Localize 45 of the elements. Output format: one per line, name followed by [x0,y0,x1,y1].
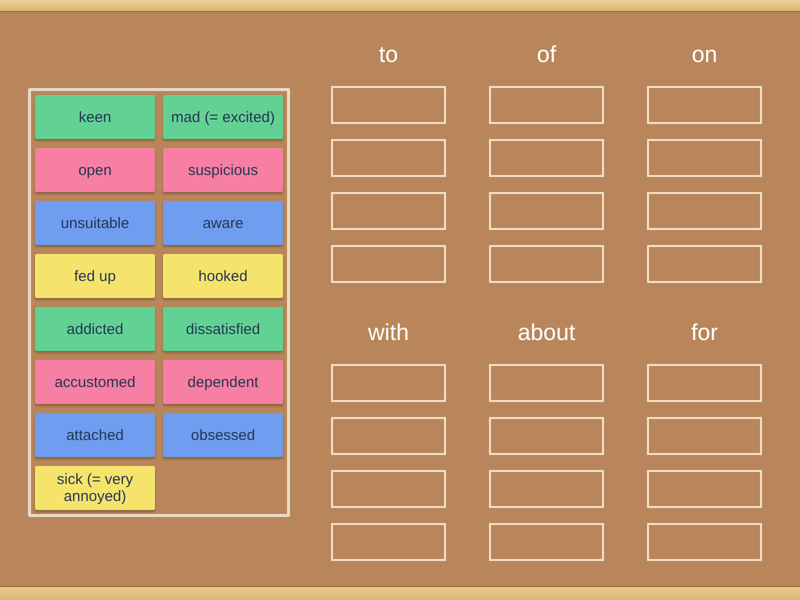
drop-slot[interactable] [489,364,604,402]
drop-slot[interactable] [331,86,446,124]
word-card[interactable]: aware [163,201,283,245]
drop-slot[interactable] [647,523,762,561]
drop-slot[interactable] [489,523,604,561]
word-card[interactable]: addicted [35,307,155,351]
drop-slot[interactable] [331,192,446,230]
category-heading: about [518,318,576,346]
word-card[interactable]: dissatisfied [163,307,283,351]
drop-slot[interactable] [489,139,604,177]
drop-slot[interactable] [647,192,762,230]
drop-slot[interactable] [331,139,446,177]
drop-slot[interactable] [489,470,604,508]
category-heading: of [536,40,556,68]
category-heading: to [378,40,398,68]
word-card[interactable]: hooked [163,254,283,298]
word-card[interactable]: obsessed [163,413,283,457]
drop-slot[interactable] [647,139,762,177]
drop-slot[interactable] [331,364,446,402]
drop-slot[interactable] [331,523,446,561]
drop-slot[interactable] [647,245,762,283]
drop-slot[interactable] [489,86,604,124]
category-heading: with [368,318,409,346]
category-heading: on [692,40,718,68]
word-card[interactable]: fed up [35,254,155,298]
drop-slot[interactable] [647,417,762,455]
drop-slot[interactable] [331,245,446,283]
drop-slot[interactable] [647,86,762,124]
word-card[interactable]: unsuitable [35,201,155,245]
drop-slot[interactable] [489,417,604,455]
drop-slot[interactable] [331,470,446,508]
word-card[interactable]: open [35,148,155,192]
drop-slot[interactable] [647,364,762,402]
category-heading: for [691,318,718,346]
word-card[interactable]: keen [35,95,155,139]
word-card[interactable]: suspicious [163,148,283,192]
drop-slot[interactable] [489,192,604,230]
drop-slot[interactable] [647,470,762,508]
word-card[interactable]: accustomed [35,360,155,404]
word-card[interactable]: sick (= very annoyed) [35,466,155,510]
word-card[interactable]: dependent [163,360,283,404]
drop-slot[interactable] [489,245,604,283]
word-card[interactable]: attached [35,413,155,457]
drop-slot[interactable] [331,417,446,455]
word-card[interactable]: mad (= excited) [163,95,283,139]
